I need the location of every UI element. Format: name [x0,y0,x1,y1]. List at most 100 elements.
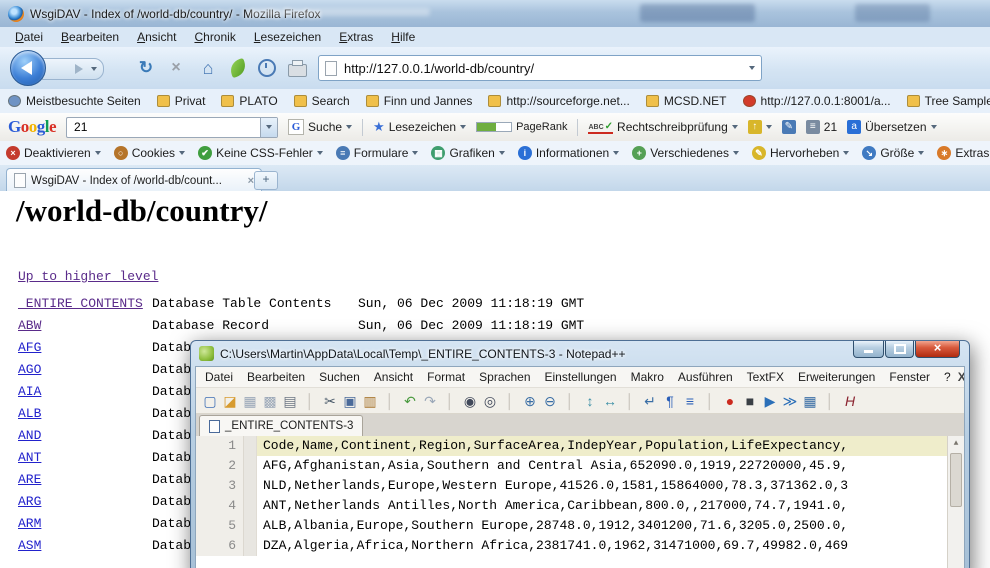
toolbar-icon[interactable]: ↔ [600,391,620,411]
dropdown-icon[interactable] [346,125,352,129]
back-button[interactable] [10,50,46,86]
notepad-menu-item[interactable]: Ausführen [671,370,740,384]
devbar-menu-button[interactable]: ○ Cookies [114,146,185,160]
bookmark-margin[interactable] [244,496,257,516]
entry-link[interactable]: ANT [18,447,152,469]
notepad-menu-item[interactable]: Fenster [882,370,937,384]
google-bookmarks-button[interactable]: ★ Lesezeichen [373,119,466,135]
menu-item[interactable]: Extras [330,30,382,44]
new-tab-button[interactable]: + [254,171,278,190]
notepad-menu-item[interactable]: Einstellungen [538,370,624,384]
editor-scrollbar[interactable]: ▲ [947,436,964,568]
scroll-up-icon[interactable]: ▲ [948,436,964,451]
editor-line[interactable]: 3 NLD,Netherlands,Europe,Western Europe,… [196,476,964,496]
entry-link[interactable]: AIA [18,381,152,403]
toolbar-icon[interactable]: │ [300,391,320,411]
bookmark-item[interactable]: http://127.0.0.1:8001/a... [743,94,891,108]
toolbar-icon[interactable]: ▥ [360,391,380,411]
entry-link[interactable]: ASM [18,535,152,557]
bookmark-item[interactable]: Finn und Jannes [366,94,473,108]
tab-wsgidav[interactable]: WsgiDAV - Index of /world-db/count... × [6,168,262,192]
menu-item[interactable]: Hilfe [382,30,424,44]
line-text[interactable]: ALB,Albania,Europe,Southern Europe,28748… [257,516,964,536]
editor-line[interactable]: 2 AFG,Afghanistan,Asia,Southern and Cent… [196,456,964,476]
bookmark-margin[interactable] [244,476,257,496]
line-text[interactable]: Code,Name,Continent,Region,SurfaceArea,I… [257,436,964,456]
toolbar-icon[interactable]: ¶ [660,391,680,411]
url-dropdown-icon[interactable] [749,66,755,70]
menu-item[interactable]: Chronik [185,30,244,44]
pagerank-widget[interactable]: PageRank [476,121,567,133]
toolbar-icon[interactable]: │ [440,391,460,411]
dropdown-icon[interactable] [931,125,937,129]
autofill-button[interactable]: ✎ [782,120,796,134]
url-bar[interactable] [318,55,762,81]
toolbar-icon[interactable]: ◎ [480,391,500,411]
toolbar-icon[interactable]: ▦ [800,391,820,411]
devbar-menu-button[interactable]: ✎ Hervorheben [752,146,849,160]
notepad-menu-item[interactable]: ? [937,370,958,384]
devbar-menu-button[interactable]: × Deaktivieren [6,146,101,160]
notepad-menu-item[interactable]: Bearbeiten [240,370,312,384]
devbar-menu-button[interactable]: + Verschiedenes [632,146,739,160]
notepad-menu-item[interactable]: Suchen [312,370,367,384]
notepad-menu-item[interactable]: Makro [624,370,671,384]
history-clock-icon[interactable] [258,59,276,77]
editor-line[interactable]: 5 ALB,Albania,Europe,Southern Europe,287… [196,516,964,536]
toolbar-icon[interactable]: ◉ [460,391,480,411]
sage-feeds-icon[interactable] [228,58,248,78]
toolbar-icon[interactable]: H [840,391,860,411]
bookmark-item[interactable]: Meistbesuchte Seiten [8,94,141,108]
notepad-menu-item[interactable]: Ansicht [367,370,420,384]
toolbar-icon[interactable]: ▤ [280,391,300,411]
bookmark-item[interactable]: http://sourceforge.net... [488,94,629,108]
toolbar-icon[interactable]: ▩ [260,391,280,411]
bookmark-item[interactable]: Privat [157,94,206,108]
entry-link[interactable]: AGO [18,359,152,381]
send-to-button[interactable]: ↑ [748,120,772,134]
toolbar-icon[interactable]: ≡ [680,391,700,411]
menu-item[interactable]: Datei [6,30,52,44]
entry-link[interactable]: AND [18,425,152,447]
translate-button[interactable]: a Übersetzen [847,120,936,134]
url-input[interactable] [342,60,744,77]
toolbar-icon[interactable]: ↵ [640,391,660,411]
dropdown-icon[interactable] [766,125,772,129]
entry-link[interactable]: ARG [18,491,152,513]
editor-line[interactable]: 6 DZA,Algeria,Africa,Northern Africa,238… [196,536,964,556]
document-tab[interactable]: _ENTIRE_CONTENTS-3 [199,415,363,436]
devbar-menu-button[interactable]: ✔ Keine CSS-Fehler [198,146,323,160]
toolbar-icon[interactable]: │ [820,391,840,411]
home-icon[interactable]: ⌂ [196,57,220,79]
bookmark-item[interactable]: Tree Samples [907,94,990,108]
print-icon[interactable] [288,64,307,77]
devbar-menu-button[interactable]: ↘ Größe [862,146,924,160]
entry-link[interactable]: _ENTIRE_CONTENTS [18,293,152,315]
notepad-menu-item[interactable]: TextFX [740,370,791,384]
toolbar-icon[interactable]: ■ [740,391,760,411]
line-text[interactable]: DZA,Algeria,Africa,Northern Africa,23817… [257,536,964,556]
google-search-button[interactable]: G Suche [288,119,352,135]
hit-count-badge[interactable]: ≡ 21 [806,120,837,134]
devbar-menu-button[interactable]: ≡ Formulare [336,146,419,160]
toolbar-icon[interactable]: ✂ [320,391,340,411]
line-text[interactable]: NLD,Netherlands,Europe,Western Europe,41… [257,476,964,496]
line-text[interactable]: AFG,Afghanistan,Asia,Southern and Centra… [257,456,964,476]
toolbar-icon[interactable]: ≫ [780,391,800,411]
up-to-higher-level-link[interactable]: Up to higher level [18,269,158,284]
spellcheck-button[interactable]: ABC Rechtschreibprüfung [588,120,737,134]
maximize-button[interactable] [885,341,914,358]
entry-link[interactable]: ARM [18,513,152,535]
editor-line[interactable]: 1 Code,Name,Continent,Region,SurfaceArea… [196,436,964,456]
devbar-menu-button[interactable]: i Informationen [518,146,619,160]
menu-item[interactable]: Bearbeiten [52,30,128,44]
scrollbar-thumb[interactable] [950,453,962,507]
toolbar-icon[interactable]: ▢ [200,391,220,411]
notepad-menu-item[interactable]: Format [420,370,472,384]
dropdown-icon[interactable] [460,125,466,129]
notepad-menu-item[interactable]: Sprachen [472,370,537,384]
toolbar-icon[interactable]: ↷ [420,391,440,411]
search-history-dropdown[interactable] [260,118,277,137]
editor-area[interactable]: ▲ 1 Code,Name,Continent,Region,SurfaceAr… [196,436,964,568]
toolbar-icon[interactable]: ⊕ [520,391,540,411]
